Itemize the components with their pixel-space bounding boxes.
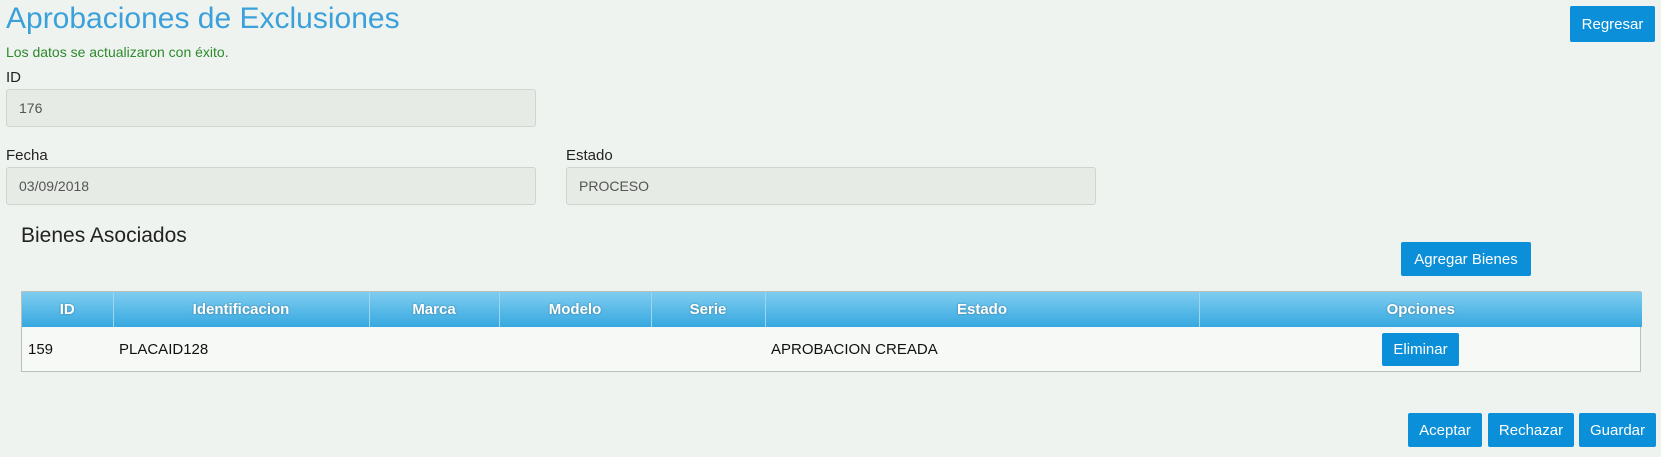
back-button[interactable]: Regresar bbox=[1570, 6, 1655, 42]
table-header-row: ID Identificacion Marca Modelo Serie Est… bbox=[22, 292, 1642, 327]
accept-button[interactable]: Aceptar bbox=[1408, 413, 1482, 447]
cell-modelo bbox=[499, 327, 651, 371]
reject-button[interactable]: Rechazar bbox=[1488, 413, 1574, 447]
column-header-id[interactable]: ID bbox=[22, 292, 114, 327]
column-header-modelo[interactable]: Modelo bbox=[499, 292, 652, 327]
column-header-serie[interactable]: Serie bbox=[651, 292, 766, 327]
table-row: 159 PLACAID128 APROBACION CREADA Elimina… bbox=[22, 327, 1642, 371]
column-header-marca[interactable]: Marca bbox=[369, 292, 500, 327]
estado-field[interactable]: PROCESO bbox=[566, 167, 1096, 205]
cell-opciones: Eliminar bbox=[1199, 327, 1642, 371]
cell-marca bbox=[369, 327, 499, 371]
page-title: Aprobaciones de Exclusiones bbox=[6, 2, 400, 35]
estado-label: Estado bbox=[566, 147, 613, 164]
column-header-opciones[interactable]: Opciones bbox=[1199, 292, 1642, 327]
cell-identificacion: PLACAID128 bbox=[119, 340, 209, 358]
cell-serie bbox=[651, 327, 765, 371]
cell-estado: APROBACION CREADA bbox=[771, 340, 938, 358]
column-header-estado[interactable]: Estado bbox=[765, 292, 1200, 327]
delete-button[interactable]: Eliminar bbox=[1382, 332, 1459, 366]
id-field-value: 176 bbox=[19, 100, 43, 116]
column-header-identificacion[interactable]: Identificacion bbox=[113, 292, 370, 327]
cell-id: 159 bbox=[28, 340, 54, 358]
id-label: ID bbox=[6, 69, 21, 86]
id-field[interactable]: 176 bbox=[6, 89, 536, 127]
bienes-table: ID Identificacion Marca Modelo Serie Est… bbox=[21, 291, 1642, 372]
estado-field-value: PROCESO bbox=[579, 178, 650, 194]
fecha-field-value: 03/09/2018 bbox=[19, 178, 90, 194]
success-message: Los datos se actualizaron con éxito. bbox=[6, 44, 229, 60]
add-bienes-button[interactable]: Agregar Bienes bbox=[1401, 242, 1531, 276]
fecha-label: Fecha bbox=[6, 147, 48, 164]
bienes-title: Bienes Asociados bbox=[21, 224, 187, 247]
save-button[interactable]: Guardar bbox=[1579, 413, 1656, 447]
fecha-field[interactable]: 03/09/2018 bbox=[6, 167, 536, 205]
